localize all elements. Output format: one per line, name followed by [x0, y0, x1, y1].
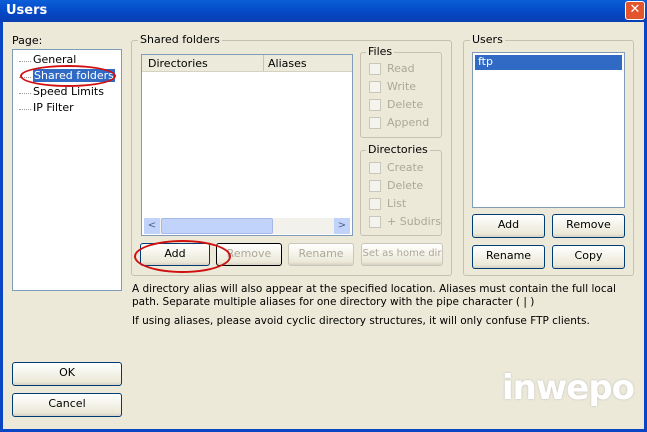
column-aliases[interactable]: Aliases: [264, 55, 311, 71]
user-item-ftp[interactable]: ftp: [475, 55, 622, 70]
checkbox-append[interactable]: Append: [369, 116, 429, 134]
remove-user-button[interactable]: Remove: [552, 214, 625, 238]
cancel-button[interactable]: Cancel: [12, 393, 122, 417]
checkbox-read[interactable]: Read: [369, 62, 429, 80]
directories-list[interactable]: Directories Aliases < >: [141, 54, 353, 236]
directories-title: Directories: [366, 143, 430, 156]
add-user-button[interactable]: Add: [472, 214, 545, 238]
highlight-ellipse-add: [134, 240, 231, 273]
checkbox-create[interactable]: Create: [369, 161, 441, 179]
watermark-logo: inwepo: [502, 368, 635, 408]
checkbox-delete[interactable]: Delete: [369, 98, 429, 116]
ok-button[interactable]: OK: [12, 362, 122, 386]
window-title: Users: [6, 3, 48, 18]
rename-folder-button[interactable]: Rename: [288, 243, 354, 266]
close-button[interactable]: ✕: [625, 1, 645, 20]
files-title: Files: [366, 45, 395, 58]
shared-folders-title: Shared folders: [138, 33, 222, 46]
checkbox-dir-delete[interactable]: Delete: [369, 179, 441, 197]
tree-item-ip-filter[interactable]: IP Filter: [13, 101, 121, 117]
info-text: A directory alias will also appear at th…: [132, 283, 616, 327]
copy-user-button[interactable]: Copy: [552, 245, 625, 269]
tree-item-speed-limits[interactable]: Speed Limits: [13, 85, 121, 101]
title-bar: Users: [0, 0, 647, 22]
checkbox-write[interactable]: Write: [369, 80, 429, 98]
highlight-ellipse: [20, 65, 116, 87]
set-home-dir-button[interactable]: Set as home dir: [361, 243, 443, 266]
horizontal-scrollbar[interactable]: < >: [144, 218, 350, 234]
checkbox-list[interactable]: List: [369, 197, 441, 215]
rename-user-button[interactable]: Rename: [472, 245, 545, 269]
users-title: Users: [470, 33, 505, 46]
checkbox-subdirs[interactable]: + Subdirs: [369, 215, 441, 233]
column-directories[interactable]: Directories: [142, 55, 264, 71]
users-list[interactable]: ftp: [472, 52, 625, 208]
page-label: Page:: [12, 34, 43, 47]
